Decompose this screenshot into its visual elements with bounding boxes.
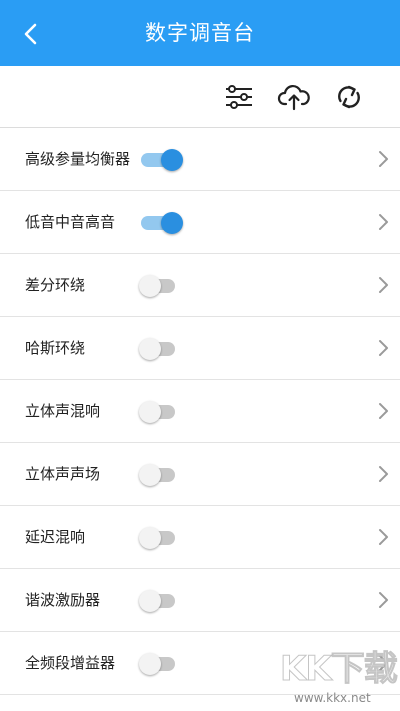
- effect-label: 立体声混响: [25, 402, 101, 420]
- effect-row[interactable]: 低音中音高音: [0, 191, 400, 254]
- toggle-thumb: [139, 527, 161, 549]
- effect-label: 高级参量均衡器: [25, 150, 131, 168]
- effect-label: 立体声声场: [25, 465, 101, 483]
- equalizer-sliders-icon: [226, 85, 252, 109]
- toggle-thumb: [139, 401, 161, 423]
- effect-toggle[interactable]: [139, 463, 185, 487]
- cloud-upload-button[interactable]: [277, 80, 311, 114]
- effect-toggle[interactable]: [139, 400, 185, 424]
- effect-toggle[interactable]: [139, 337, 185, 361]
- chevron-right-icon: [379, 403, 388, 419]
- toggle-thumb: [139, 653, 161, 675]
- effect-label: 谐波激励器: [25, 591, 101, 609]
- chevron-right-icon: [379, 277, 388, 293]
- effect-toggle[interactable]: [139, 526, 185, 550]
- refresh-button[interactable]: [332, 80, 366, 114]
- effect-label: 哈斯环绕: [25, 339, 86, 357]
- toggle-thumb: [139, 590, 161, 612]
- effect-toggle[interactable]: [139, 652, 185, 676]
- toggle-thumb: [139, 338, 161, 360]
- effect-toggle[interactable]: [139, 589, 185, 613]
- effect-row[interactable]: 立体声声场: [0, 443, 400, 506]
- effect-label: 延迟混响: [25, 528, 86, 546]
- effect-row[interactable]: 高级参量均衡器: [0, 128, 400, 191]
- toggle-thumb: [139, 275, 161, 297]
- effect-row[interactable]: 全频段增益器: [0, 632, 400, 695]
- chevron-right-icon: [379, 340, 388, 356]
- toggle-thumb: [161, 212, 183, 234]
- effect-toggle[interactable]: [139, 148, 185, 172]
- effect-row[interactable]: 谐波激励器: [0, 569, 400, 632]
- chevron-right-icon: [379, 655, 388, 671]
- equalizer-settings-button[interactable]: [222, 80, 256, 114]
- app-header: 数字调音台: [0, 0, 400, 66]
- chevron-right-icon: [379, 592, 388, 608]
- chevron-right-icon: [379, 214, 388, 230]
- page-title: 数字调音台: [145, 21, 255, 45]
- effect-label: 低音中音高音: [25, 213, 116, 231]
- effect-row[interactable]: 立体声混响: [0, 380, 400, 443]
- effect-list: 高级参量均衡器 低音中音高音 差分环绕哈斯环绕立体声混响立体声声场延迟混响谐波激励器…: [0, 128, 400, 695]
- effect-toggle[interactable]: [139, 211, 185, 235]
- toggle-thumb: [161, 149, 183, 171]
- toolbar: [0, 66, 400, 128]
- chevron-right-icon: [379, 466, 388, 482]
- effect-toggle[interactable]: [139, 274, 185, 298]
- effect-row[interactable]: 差分环绕: [0, 254, 400, 317]
- chevron-right-icon: [379, 151, 388, 167]
- refresh-icon: [338, 85, 360, 109]
- effect-label: 差分环绕: [25, 276, 86, 294]
- digital-mixer-screen: 数字调音台 高级参量均衡器 低音中音高音 差分环绕 哈斯环绕 立体声混响 立体声…: [0, 0, 400, 711]
- effect-label: 全频段增益器: [25, 654, 116, 672]
- toggle-thumb: [139, 464, 161, 486]
- cloud-upload-icon: [277, 85, 310, 111]
- effect-row[interactable]: 哈斯环绕: [0, 317, 400, 380]
- chevron-right-icon: [379, 529, 388, 545]
- effect-row[interactable]: 延迟混响: [0, 506, 400, 569]
